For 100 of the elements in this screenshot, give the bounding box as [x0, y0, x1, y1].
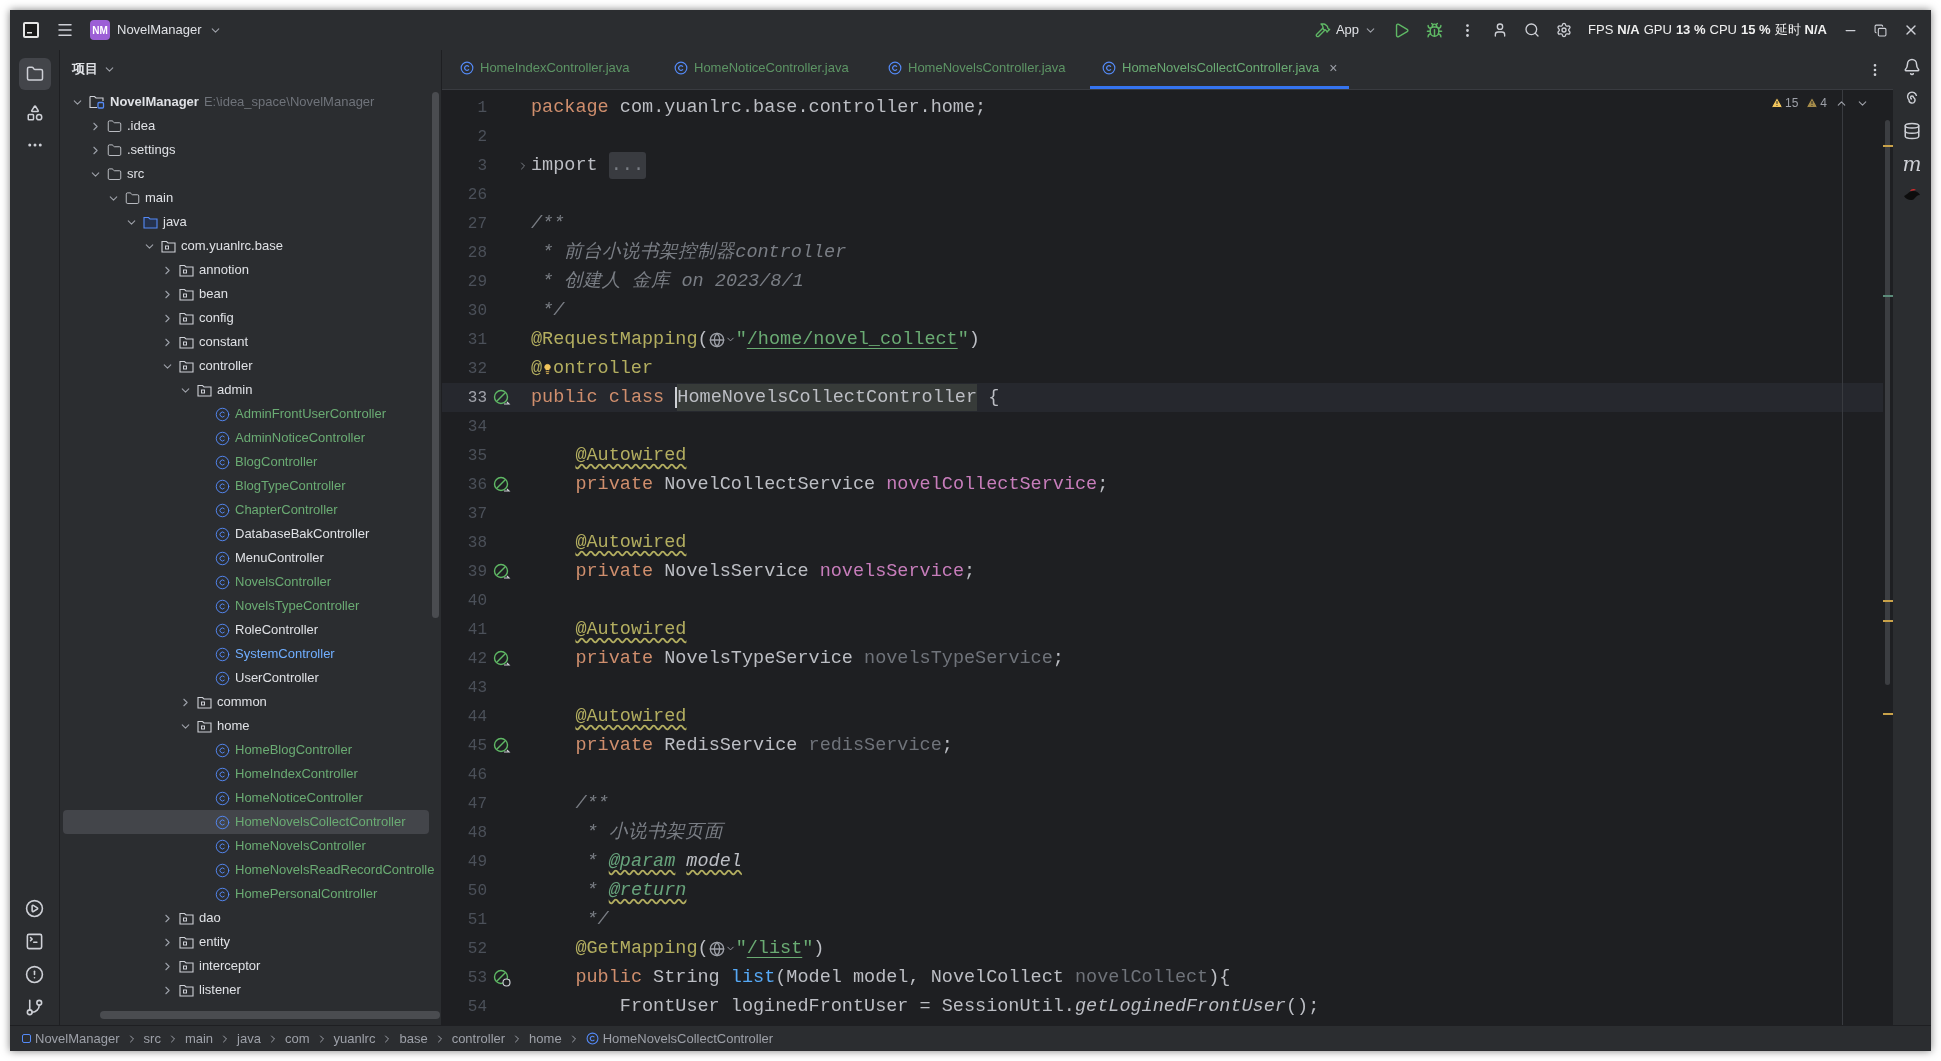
tree-item[interactable]: .idea [63, 114, 429, 138]
tree-item[interactable]: BlogTypeController [63, 474, 429, 498]
notifications-icon[interactable] [1903, 58, 1921, 76]
breadcrumb[interactable]: main [184, 1028, 214, 1049]
tree-item[interactable]: controller [63, 354, 429, 378]
tree-item[interactable]: BlogController [63, 450, 429, 474]
restore-icon[interactable] [1874, 23, 1887, 37]
weak-warnings-count[interactable]: 4 [1806, 94, 1827, 112]
tab-close-button[interactable]: × [1329, 57, 1338, 79]
tree-item[interactable]: MenuController [63, 546, 429, 570]
menu-icon[interactable] [56, 21, 74, 39]
globe-dropdown-icon[interactable] [708, 940, 736, 957]
search-icon[interactable] [1524, 22, 1540, 38]
tree-item[interactable]: home [63, 714, 429, 738]
settings-icon[interactable] [1556, 22, 1572, 38]
tree-item[interactable]: NovelsController [63, 570, 429, 594]
warnings-count[interactable]: 15 [1770, 94, 1799, 112]
editor-tab[interactable]: HomeNovelsCollectController.java × [1090, 50, 1350, 89]
tree-item-label: constant [199, 333, 249, 352]
tree-item[interactable]: DatabaseBakController [63, 522, 429, 546]
tree-item[interactable]: NovelsTypeController [63, 594, 429, 618]
tree-item[interactable]: com.yuanlrc.base [63, 234, 429, 258]
tree-item[interactable]: UserController [63, 666, 429, 690]
bean-icon[interactable] [493, 736, 511, 755]
tree-item[interactable]: AdminFrontUserController [63, 402, 429, 426]
breadcrumb[interactable]: src [143, 1028, 161, 1049]
lightbulb-icon[interactable] [542, 361, 554, 376]
breadcrumb[interactable]: java [237, 1028, 261, 1049]
tree-item[interactable]: main [63, 186, 429, 210]
tree-item[interactable]: HomeNovelsController [63, 834, 429, 858]
project-badge: NM [90, 20, 110, 40]
metric-label: FPS [1588, 21, 1614, 40]
tree-item[interactable]: SystemController [63, 642, 429, 666]
breadcrumb[interactable]: home [529, 1028, 562, 1049]
code-token: NovelsTypeService [664, 646, 854, 671]
tree-item[interactable]: entity [63, 930, 429, 954]
tree-item[interactable]: java [63, 210, 429, 234]
tree-item[interactable]: HomePersonalController [63, 882, 429, 906]
bean-web-icon[interactable] [493, 968, 511, 987]
tree-item[interactable]: HomeNoticeController [63, 786, 429, 810]
debug-icon[interactable] [1426, 21, 1443, 39]
problems-icon[interactable] [25, 965, 44, 984]
editor-tab[interactable]: HomeIndexController.java [448, 50, 662, 89]
breadcrumb[interactable]: NovelManager [22, 1028, 120, 1049]
package-folder-icon [179, 263, 194, 277]
tree-item[interactable]: AdminNoticeController [63, 426, 429, 450]
breadcrumb[interactable]: controller [451, 1028, 506, 1049]
tree-item[interactable]: HomeNovelsReadRecordControlle [63, 858, 439, 882]
tree-item[interactable]: bean [63, 282, 429, 306]
breadcrumb[interactable]: com [284, 1028, 310, 1049]
breadcrumb[interactable]: base [399, 1028, 428, 1049]
project-switcher[interactable]: NM NovelManager [90, 20, 222, 40]
tree-item-label: HomeIndexController [235, 765, 358, 784]
bean-icon[interactable] [493, 388, 511, 407]
tree-item-label: admin [217, 381, 253, 400]
horizontal-scrollbar[interactable] [100, 1011, 440, 1019]
tree-item[interactable]: common [63, 690, 429, 714]
tree-item[interactable]: HomeIndexController [63, 762, 429, 786]
tree-item[interactable]: config [63, 306, 429, 330]
run-config-selector[interactable]: App [1314, 20, 1377, 40]
code-token: /** [575, 791, 609, 816]
vertical-scrollbar[interactable] [432, 92, 439, 618]
app-logo-icon[interactable] [22, 21, 40, 39]
tree-item[interactable]: ChapterController [63, 498, 429, 522]
tree-item[interactable]: .settings [63, 138, 429, 162]
bean-icon[interactable] [493, 562, 511, 581]
project-tool-button[interactable] [18, 58, 51, 90]
tree-item[interactable]: HomeBlogController [63, 738, 429, 762]
tree-item[interactable]: annotion [63, 258, 429, 282]
terminal-icon[interactable] [25, 932, 44, 951]
tree-item[interactable]: dao [63, 906, 429, 930]
editor-tab[interactable]: HomeNovelsController.java [876, 50, 1090, 89]
class-icon [215, 622, 230, 638]
breadcrumb[interactable]: yuanlrc [333, 1028, 376, 1049]
tree-item[interactable]: interceptor [63, 954, 429, 978]
code-token: String [653, 965, 721, 990]
profile-icon[interactable] [1492, 22, 1508, 38]
editor-tab[interactable]: HomeNoticeController.java [662, 50, 876, 89]
tree-item-label: HomeNovelsReadRecordControlle [235, 861, 435, 880]
maven-tool-button[interactable]: m [1902, 154, 1922, 174]
breadcrumb[interactable]: HomeNovelsCollectController [585, 1028, 774, 1049]
bean-icon[interactable] [493, 649, 511, 668]
tree-item-label: HomeNoticeController [235, 789, 363, 808]
tree-item[interactable]: HomeNovelsCollectController [63, 810, 429, 834]
tree-item[interactable]: RoleController [63, 618, 429, 642]
tree-item[interactable]: constant [63, 330, 429, 354]
class-icon [215, 646, 230, 662]
structure-icon[interactable] [25, 104, 44, 122]
tree-item[interactable]: NovelManager E:\idea_space\NovelManager [63, 90, 429, 114]
bean-icon[interactable] [493, 475, 511, 494]
run-icon[interactable] [1393, 21, 1410, 39]
globe-dropdown-icon[interactable] [708, 331, 736, 348]
panel-title-dropdown[interactable]: 项目 [72, 59, 116, 79]
services-icon[interactable] [25, 899, 44, 918]
tree-item[interactable]: src [63, 162, 429, 186]
tree-item-label: RoleController [235, 621, 319, 640]
database-icon[interactable] [1903, 122, 1921, 140]
tree-item[interactable]: listener [63, 978, 429, 1002]
git-icon[interactable] [25, 998, 44, 1017]
tree-item[interactable]: admin [63, 378, 429, 402]
